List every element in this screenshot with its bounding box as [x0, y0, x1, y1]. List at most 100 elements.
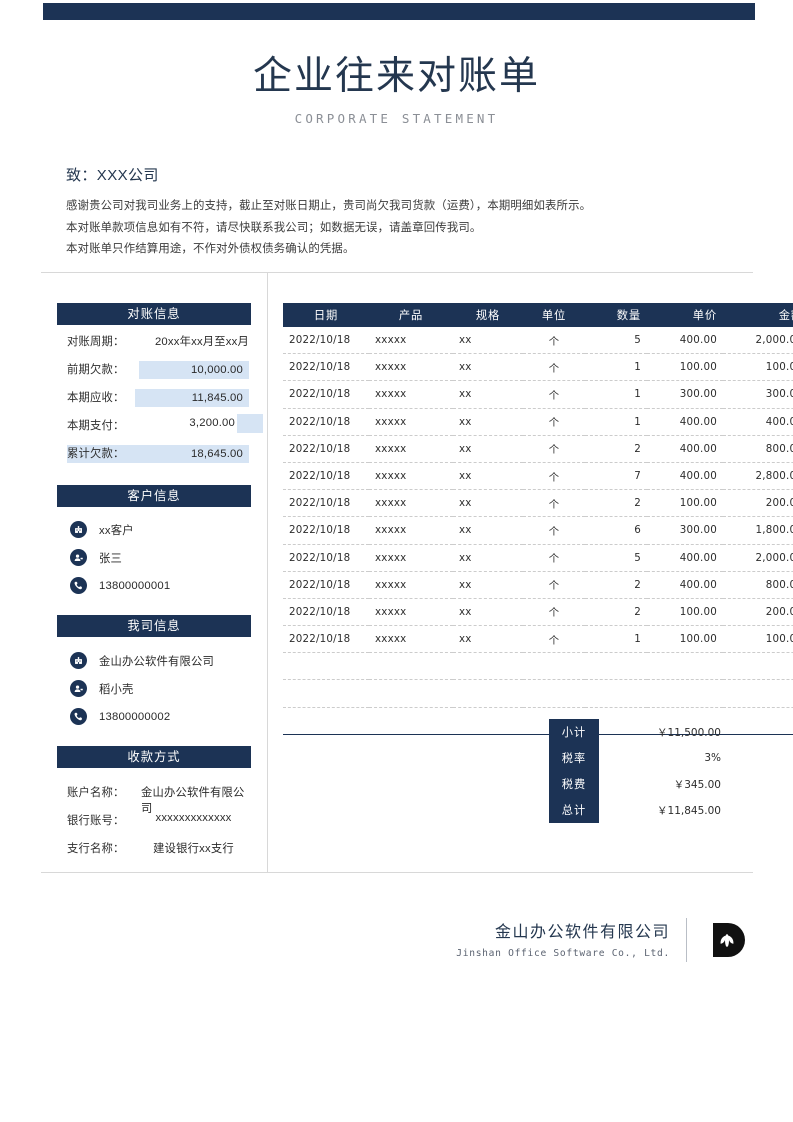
- cell-price: 400.00: [647, 327, 723, 355]
- totals-value-grand-total: ￥11,845.00: [657, 804, 721, 817]
- column-header-quantity: 数量: [585, 303, 647, 327]
- statement-page: 企业往来对账单 CORPORATE STATEMENT 致：XXX公司 感谢贵公…: [0, 0, 793, 1122]
- cell-quantity: 1: [585, 625, 647, 654]
- our-row-phone: 13800000002: [70, 708, 170, 725]
- statement-label-period: 对账周期：: [67, 336, 125, 348]
- statement-label-accumulated-due: 累计欠款：: [67, 448, 125, 460]
- intro-paragraph: 感谢贵公司对我司业务上的支持，截止至对账日期止，贵司尚欠我司货款（运费），本期明…: [66, 196, 726, 261]
- contact-person-icon: [70, 549, 87, 566]
- cell-price: 100.00: [647, 353, 723, 382]
- payment-label-account-name: 账户名称：: [67, 787, 125, 799]
- divider-bottom: [41, 872, 753, 873]
- cell-quantity: 1: [585, 408, 647, 436]
- cell-unit: 个: [523, 462, 585, 491]
- cell-spec: [453, 652, 523, 681]
- column-header-amount: 金额: [723, 303, 793, 327]
- cell-spec: xx: [453, 598, 523, 627]
- company-icon: [70, 521, 87, 538]
- table-header-row: 日期 产品 规格 单位 数量 单价 金额: [283, 303, 793, 327]
- statement-label-previous-due: 前期欠款：: [67, 364, 125, 376]
- cell-date: 2022/10/18: [283, 353, 369, 382]
- statement-label-current-paid: 本期支付：: [67, 420, 125, 432]
- cell-spec: xx: [453, 625, 523, 654]
- totals-label-tax-rate: 税率: [549, 745, 599, 771]
- cell-spec: xx: [453, 489, 523, 518]
- cell-quantity: 2: [585, 489, 647, 518]
- cell-product: xxxxx: [369, 625, 453, 654]
- cell-quantity: [585, 679, 647, 708]
- table-row: 2022/10/18xxxxxxx个5400.002,000.00: [283, 327, 793, 355]
- totals-label-grand-total: 总计: [549, 797, 599, 823]
- cell-amount: 800.00: [723, 435, 793, 463]
- column-header-spec: 规格: [453, 303, 523, 327]
- cell-unit: 个: [523, 380, 585, 409]
- column-header-product: 产品: [369, 303, 453, 327]
- footer-company-cn: 金山办公软件有限公司: [494, 924, 670, 941]
- cell-product: xxxxx: [369, 408, 453, 436]
- totals-row-subtotal: 小计 ￥11,500.00: [549, 719, 739, 745]
- customer-phone: 13800000001: [99, 579, 171, 592]
- cell-amount: 2,000.00: [723, 544, 793, 572]
- totals-row-grand-total: 总计 ￥11,845.00: [549, 797, 739, 823]
- phone-icon: [70, 708, 87, 725]
- payment-label-branch: 支行名称：: [67, 843, 125, 855]
- cell-product: xxxxx: [369, 435, 453, 463]
- totals-value-tax: ￥345.00: [673, 778, 721, 791]
- totals-label-subtotal: 小计: [549, 719, 599, 745]
- cell-amount: 200.00: [723, 489, 793, 518]
- contact-person-icon: [70, 680, 87, 697]
- divider-top: [41, 272, 753, 273]
- cell-product: xxxxx: [369, 598, 453, 627]
- table-row: 2022/10/18xxxxxxx个6300.001,800.00: [283, 516, 793, 545]
- our-contact-name: 稻小壳: [99, 683, 134, 696]
- customer-row-phone: 13800000001: [70, 577, 170, 594]
- our-row-contact: 稻小壳: [70, 680, 134, 697]
- table-row: 2022/10/18xxxxxxx个1300.00300.00: [283, 380, 793, 409]
- totals-label-tax: 税费: [549, 771, 599, 797]
- table-row: 2022/10/18xxxxxxx个5400.002,000.00: [283, 544, 793, 572]
- totals-value-subtotal: ￥11,500.00: [657, 726, 721, 739]
- company-icon: [70, 652, 87, 669]
- cell-date: 2022/10/18: [283, 625, 369, 654]
- top-decorative-bar: [43, 3, 755, 20]
- column-header-unit: 单位: [523, 303, 585, 327]
- cell-amount: 100.00: [723, 625, 793, 654]
- title-block: 企业往来对账单 CORPORATE STATEMENT: [0, 52, 793, 126]
- cell-amount: 400.00: [723, 408, 793, 436]
- table-row: 2022/10/18xxxxxxx个2400.00800.00: [283, 435, 793, 463]
- totals-row-tax: 税费 ￥345.00: [549, 771, 739, 797]
- cell-spec: xx: [453, 571, 523, 599]
- table-row: 2022/10/18xxxxxxx个2100.00200.00: [283, 489, 793, 518]
- cell-price: [647, 679, 723, 708]
- cell-unit: 个: [523, 353, 585, 382]
- cell-date: [283, 679, 369, 708]
- table-row: 2022/10/18xxxxxxx个1100.00100.00: [283, 625, 793, 654]
- cell-amount: 800.00: [723, 571, 793, 599]
- cell-unit: 个: [523, 625, 585, 654]
- company-logo-icon: [707, 920, 747, 960]
- totals-table: 小计 ￥11,500.00 税率 3% 税费 ￥345.00 总计 ￥11,84…: [549, 719, 739, 823]
- cell-amount: 2,800.00: [723, 462, 793, 491]
- intro-line-3: 本对账单只作结算用途，不作对外债权债务确认的凭据。: [66, 243, 355, 255]
- phone-icon: [70, 577, 87, 594]
- cell-product: xxxxx: [369, 516, 453, 545]
- cell-unit: 个: [523, 571, 585, 599]
- cell-price: 400.00: [647, 544, 723, 572]
- cell-date: [283, 652, 369, 681]
- cell-date: 2022/10/18: [283, 462, 369, 491]
- footer: 金山办公软件有限公司 Jinshan Office Software Co., …: [0, 918, 793, 962]
- cell-unit: 个: [523, 327, 585, 355]
- divider-vertical: [267, 273, 268, 872]
- cell-product: [369, 652, 453, 681]
- footer-separator: [686, 918, 687, 962]
- cell-amount: -: [723, 652, 793, 681]
- cell-date: 2022/10/18: [283, 544, 369, 572]
- cell-spec: xx: [453, 462, 523, 491]
- our-phone: 13800000002: [99, 710, 171, 723]
- statement-value-current-paid: 3,200.00: [189, 417, 235, 429]
- cell-spec: xx: [453, 408, 523, 436]
- cell-spec: xx: [453, 380, 523, 409]
- cell-amount: 300.00: [723, 380, 793, 409]
- customer-panel-heading: 客户信息: [57, 485, 251, 507]
- cell-product: xxxxx: [369, 462, 453, 491]
